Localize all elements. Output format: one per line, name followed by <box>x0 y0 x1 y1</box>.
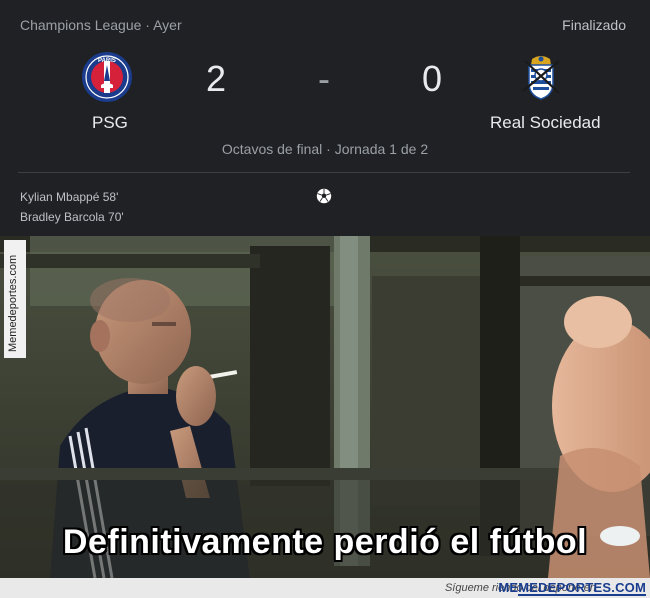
home-team-name[interactable]: PSG <box>92 113 128 133</box>
footer-brand-link[interactable]: MEMEDEPORTES.COM <box>498 580 646 595</box>
scorer-item: Kylian Mbappé 58' <box>20 190 119 204</box>
league-label[interactable]: Champions League · Ayer <box>20 17 182 33</box>
real-sociedad-crest-icon[interactable] <box>515 51 567 103</box>
match-stage: Octavos de final · Jornada 1 de 2 <box>221 141 429 157</box>
soccer-ball-icon <box>316 188 332 204</box>
away-score: 0 <box>422 58 443 99</box>
scorer-item: Bradley Barcola 70' <box>20 210 124 224</box>
side-watermark: Memedeportes.com <box>4 240 26 358</box>
divider <box>18 172 630 173</box>
match-card[interactable]: Champions League · Ayer Finalizado PARIS… <box>0 0 650 236</box>
psg-crest-icon[interactable]: PARIS <box>81 51 133 103</box>
side-watermark-text: Memedeportes.com <box>7 254 19 352</box>
score-separator: - <box>318 58 330 99</box>
footer-brand-underline <box>518 594 646 596</box>
footer-bar: Sígueте riendo del deporte en MEMEDEPORT… <box>0 578 650 598</box>
away-team-name[interactable]: Real Sociedad <box>490 113 601 133</box>
svg-text:PARIS: PARIS <box>98 58 116 64</box>
meme-caption: Definitivamente perdió el fútbol <box>62 523 588 561</box>
home-score: 2 <box>206 58 227 99</box>
match-status: Finalizado <box>562 17 626 33</box>
